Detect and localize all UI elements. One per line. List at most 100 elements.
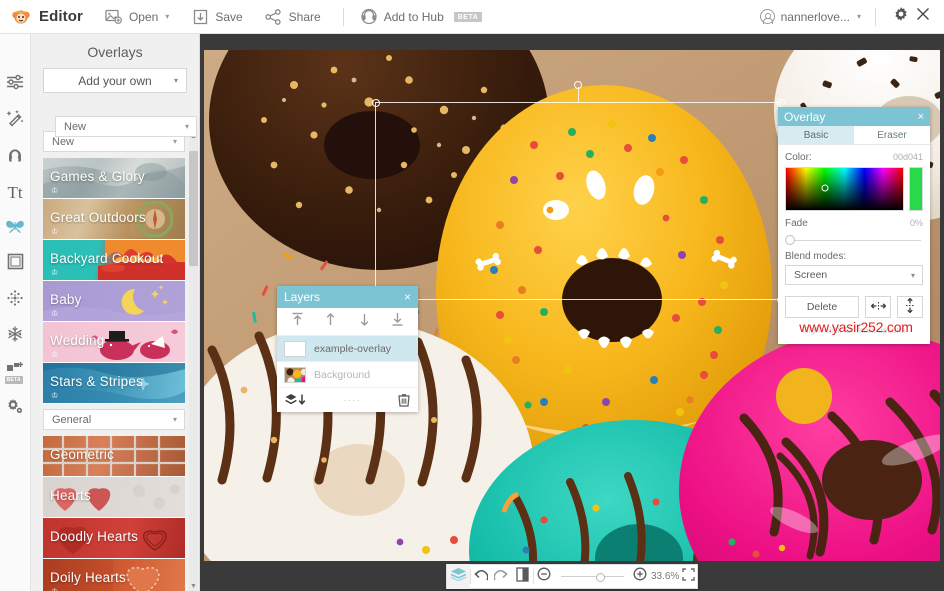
blend-mode-value: Screen <box>794 269 827 281</box>
add-your-own-button[interactable]: Add your own ▾ <box>43 68 187 93</box>
delete-overlay-button[interactable]: Delete <box>785 296 859 318</box>
save-icon <box>191 8 209 26</box>
trash-icon[interactable] <box>398 393 410 407</box>
overlay-tile-hearts[interactable]: Hearts <box>43 477 185 518</box>
move-up-button[interactable] <box>319 312 343 332</box>
close-window-button[interactable] <box>912 6 934 28</box>
compare-icon <box>516 567 529 587</box>
user-menu-button[interactable]: nannerlove... ▾ <box>760 9 861 24</box>
flip-horizontal-button[interactable] <box>865 296 891 318</box>
overlay-tile-games-glory[interactable]: Games & Glory ♔ <box>43 158 185 199</box>
rail-item-text[interactable]: Tt <box>0 174 31 210</box>
layers-panel-footer: ···· <box>277 388 418 412</box>
sidebar-scrollbar-thumb[interactable] <box>189 151 198 266</box>
undo-button[interactable] <box>470 564 491 589</box>
tab-eraser[interactable]: Eraser <box>854 126 930 144</box>
chevron-down-icon: ▾ <box>857 12 861 21</box>
rail-item-touchup[interactable] <box>0 138 31 174</box>
rail-item-textures[interactable] <box>0 282 31 318</box>
tile-label: Great Outdoors <box>50 210 146 225</box>
chevron-down-icon: ▾ <box>185 122 189 131</box>
monkey-logo-icon <box>10 6 32 28</box>
layers-stack-icon <box>450 567 467 586</box>
layer-row-background[interactable]: Background <box>277 362 418 388</box>
save-button[interactable]: Save <box>191 0 242 34</box>
fade-slider-knob[interactable] <box>785 235 795 245</box>
layers-panel: Layers × example-overlay <box>277 286 418 412</box>
flatten-layers-icon[interactable] <box>285 393 307 407</box>
color-hex-value[interactable]: 00d041 <box>893 152 923 162</box>
overlay-panel-header[interactable]: Overlay × <box>778 107 930 126</box>
overlay-tile-baby[interactable]: Baby ♔ <box>43 281 185 322</box>
fade-slider-track <box>787 240 921 242</box>
category-dropdown-general[interactable]: General ▾ <box>43 409 185 430</box>
face-icon <box>6 145 24 168</box>
overlay-tile-doodly-hearts[interactable]: Doodly Hearts <box>43 518 185 559</box>
add-to-hub-button[interactable]: Add to Hub BETA <box>360 0 483 34</box>
overlay-tile-wedding[interactable]: Wedding ♔ <box>43 322 185 363</box>
share-button[interactable]: Share <box>265 0 321 34</box>
overlay-tile-doily-hearts[interactable]: Doily Hearts ♔ <box>43 559 185 591</box>
open-image-icon <box>105 8 123 26</box>
move-to-top-button[interactable] <box>286 312 310 332</box>
tab-basic[interactable]: Basic <box>778 126 854 144</box>
panel-resize-grip[interactable]: ···· <box>344 395 362 405</box>
flip-vertical-button[interactable] <box>897 296 923 318</box>
saturation-value-field[interactable] <box>785 167 904 211</box>
fade-label: Fade <box>785 218 808 229</box>
tile-label: Stars & Stripes <box>50 374 143 389</box>
close-icon[interactable]: × <box>918 111 924 123</box>
zoom-slider[interactable] <box>558 564 627 589</box>
overlay-category-list: ▲ ▼ New ▾ Games & Glory ♔ <box>31 131 200 591</box>
close-icon[interactable]: × <box>404 290 411 304</box>
overlays-sidebar: Overlays Add your own ▾ ▲ ▼ New ▾ <box>31 34 200 591</box>
snowflake-icon <box>6 325 24 348</box>
scroll-down-arrow-icon[interactable]: ▼ <box>189 581 198 591</box>
butterfly-icon <box>5 218 25 239</box>
premium-crown-icon: ♔ <box>51 227 58 236</box>
premium-crown-icon: ♔ <box>51 391 58 400</box>
compare-button[interactable] <box>512 564 533 589</box>
rail-item-collage[interactable]: BETA <box>0 354 31 390</box>
zoom-in-button[interactable] <box>630 564 651 589</box>
chevron-down-icon: ▾ <box>165 12 169 21</box>
overlay-tile-backyard-cookout[interactable]: Backyard Cookout ♔ <box>43 240 185 281</box>
rail-item-adjust[interactable] <box>0 66 31 102</box>
chevron-down-icon: ▾ <box>173 137 177 146</box>
gears-icon <box>6 397 24 420</box>
overlay-tile-stars-stripes[interactable]: Stars & Stripes ♔ <box>43 363 185 404</box>
rail-item-overlays[interactable] <box>0 210 31 246</box>
overlay-panel-body: Color: 00d041 Fade 0% Blend modes: Scree… <box>778 145 930 344</box>
open-menu-button[interactable]: Open ▾ <box>105 0 169 34</box>
layers-panel-header[interactable]: Layers × <box>277 286 418 308</box>
category-group-general: General ▾ Geometric <box>43 409 185 591</box>
rail-item-frames[interactable] <box>0 246 31 282</box>
settings-button[interactable] <box>890 6 912 28</box>
toggle-layers-button[interactable] <box>447 564 470 589</box>
redo-button[interactable] <box>491 564 512 589</box>
close-icon <box>916 7 930 26</box>
zoom-slider-knob[interactable] <box>596 573 605 582</box>
blend-mode-dropdown[interactable]: Screen ▾ <box>785 265 923 285</box>
new-category-dropdown[interactable]: New ▾ <box>55 116 197 137</box>
text-tt-icon: Tt <box>7 184 22 201</box>
hue-slider[interactable] <box>909 167 923 211</box>
zoom-out-button[interactable] <box>534 564 555 589</box>
tile-label: Hearts <box>50 488 91 503</box>
overlay-tile-great-outdoors[interactable]: Great Outdoors ♔ <box>43 199 185 240</box>
fit-to-screen-button[interactable] <box>679 564 697 589</box>
fade-value: 0% <box>910 218 923 228</box>
move-to-bottom-button[interactable] <box>385 312 409 332</box>
fade-slider[interactable] <box>785 233 923 247</box>
rail-item-effects[interactable] <box>0 102 31 138</box>
rail-item-settings[interactable] <box>0 390 31 426</box>
share-label: Share <box>289 10 321 24</box>
sliders-icon <box>6 74 24 95</box>
overlay-tile-geometric[interactable]: Geometric <box>43 436 185 477</box>
layer-row-example-overlay[interactable]: example-overlay <box>277 336 418 362</box>
tool-rail: Tt BETA <box>0 34 31 591</box>
zoom-slider-track <box>561 576 624 577</box>
arrow-to-bottom-icon <box>391 312 404 332</box>
move-down-button[interactable] <box>352 312 376 332</box>
rail-item-seasonal[interactable] <box>0 318 31 354</box>
